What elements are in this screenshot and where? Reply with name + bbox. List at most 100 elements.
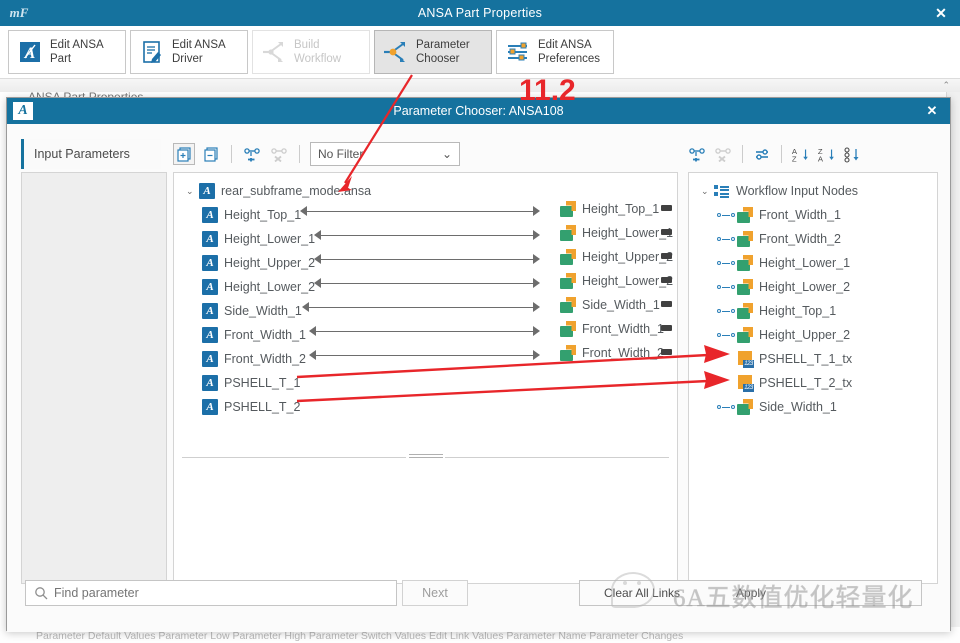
linked-target-label: Height_Lower_1 (582, 226, 674, 240)
green-folder-icon (560, 273, 576, 289)
tool-divider-3 (742, 145, 743, 163)
workflow-node-list: Front_Width_1 Front_Width_2 Height_Lower… (711, 203, 852, 419)
tree-item[interactable]: A Height_Upper_2 (196, 251, 315, 275)
tool-divider-2 (299, 145, 300, 163)
orange-number-icon: 123 (737, 375, 754, 392)
edit-ansa-part-button[interactable]: A Edit ANSA Part (8, 30, 126, 74)
linked-target[interactable]: Height_Upper_2 (554, 245, 673, 269)
sort-za-icon[interactable]: Z A (816, 143, 838, 165)
link-marker (661, 229, 672, 235)
tree-item[interactable]: A PSHELL_T_2 (196, 395, 315, 419)
build-workflow-button[interactable]: Build Workflow (252, 30, 370, 74)
input-parameters-tab[interactable]: Input Parameters (21, 139, 161, 169)
main-toolbar: A Edit ANSA Part Edit ANSA Driver Build … (0, 26, 960, 78)
remove-link-icon-right[interactable] (712, 143, 734, 165)
ansa-file-icon: A (199, 183, 215, 199)
add-link-icon-right[interactable] (686, 143, 708, 165)
workflow-node[interactable]: Front_Width_2 (711, 227, 852, 251)
tree-item[interactable]: A Front_Width_1 (196, 323, 315, 347)
main-window-close-icon[interactable]: ✕ (932, 4, 950, 22)
parameter-link-pane: ⌄ A rear_subframe_mode.ansa A Height_Top… (173, 172, 678, 584)
green-folder-icon (560, 225, 576, 241)
collapse-caret-icon[interactable]: ⌃ (942, 80, 950, 91)
tree-item[interactable]: A PSHELL_T_1 (196, 371, 315, 395)
workflow-node-label: Height_Lower_2 (759, 280, 851, 294)
workflow-node-label: Front_Width_1 (759, 208, 841, 222)
main-window-titlebar: mF ANSA Part Properties ✕ (0, 0, 960, 26)
parameter-chooser-button[interactable]: Parameter Chooser (374, 30, 492, 74)
tree-item[interactable]: A Side_Width_1 (196, 299, 315, 323)
link-icon (717, 400, 735, 414)
tree-item[interactable]: A Height_Lower_1 (196, 227, 315, 251)
workflow-node[interactable]: Height_Lower_1 (711, 251, 852, 275)
find-parameter-field[interactable] (25, 580, 397, 606)
chevron-down-icon[interactable]: ⌄ (186, 186, 199, 197)
workflow-node-label: Height_Upper_2 (759, 328, 851, 342)
dialog-body: Input Parameters No Filter ⌄ A Z Z A ⌄ A… (7, 124, 950, 632)
sort-az-icon[interactable]: A Z (790, 143, 812, 165)
tree-item-label: Height_Upper_2 (224, 256, 316, 270)
left-tool-group (173, 143, 304, 165)
workflow-node[interactable]: Height_Lower_2 (711, 275, 852, 299)
tree-root[interactable]: ⌄ A rear_subframe_mode.ansa (178, 179, 371, 203)
find-parameter-input[interactable] (54, 586, 396, 600)
pane-splitter[interactable] (182, 454, 669, 460)
workflow-header-label: Workflow Input Nodes (736, 184, 859, 198)
collapse-all-icon[interactable] (200, 143, 222, 165)
linked-target[interactable]: Front_Width_1 (554, 317, 673, 341)
tree-item-label: Height_Top_1 (224, 208, 302, 222)
edit-link-icon[interactable] (751, 143, 773, 165)
link-connector (314, 254, 540, 265)
workflow-node-label: PSHELL_T_2_tx (759, 376, 853, 390)
toolbar-separator: ⌃ (0, 78, 960, 92)
link-icon (717, 256, 735, 270)
linked-target-list: Height_Top_1 Height_Lower_1 Height_Upper… (554, 197, 673, 365)
filter-dropdown[interactable]: No Filter ⌄ (310, 142, 460, 166)
linked-target[interactable]: Height_Top_1 (554, 197, 673, 221)
link-icon (717, 208, 735, 222)
next-button[interactable]: Next (402, 580, 468, 606)
expand-all-icon[interactable] (173, 143, 195, 165)
link-marker (661, 253, 672, 259)
tree-item-label: Height_Lower_1 (224, 232, 316, 246)
tree-item[interactable]: A Front_Width_2 (196, 347, 315, 371)
link-connector (302, 302, 540, 313)
dialog-title: Parameter Chooser: ANSA108 (393, 104, 564, 118)
green-folder-icon (737, 207, 753, 223)
tree-item[interactable]: A Height_Top_1 (196, 203, 315, 227)
workflow-node[interactable]: 123 PSHELL_T_1_tx (711, 347, 852, 371)
apply-button[interactable]: Apply (736, 586, 766, 600)
tree-item-label: Front_Width_2 (224, 352, 306, 366)
ansa-param-icon: A (202, 375, 218, 391)
link-placeholder (717, 352, 735, 366)
number-badge: 123 (743, 384, 754, 392)
workflow-node[interactable]: Height_Upper_2 (711, 323, 852, 347)
tree-item[interactable]: A Height_Lower_2 (196, 275, 315, 299)
linked-target[interactable]: Side_Width_1 (554, 293, 673, 317)
parameter-chooser-dialog: A Parameter Chooser: ANSA108 ✕ Input Par… (6, 97, 951, 632)
remove-link-icon[interactable] (268, 143, 290, 165)
workflow-node[interactable]: 123 PSHELL_T_2_tx (711, 371, 852, 395)
dialog-close-icon[interactable]: ✕ (924, 103, 940, 119)
linked-target[interactable]: Height_Lower_1 (554, 221, 673, 245)
linked-target[interactable]: Front_Width_2 (554, 341, 673, 365)
sort-custom-icon[interactable] (842, 143, 864, 165)
linked-target[interactable]: Height_Lower_2 (554, 269, 673, 293)
ansa-param-icon: A (202, 279, 218, 295)
workflow-node[interactable]: Front_Width_1 (711, 203, 852, 227)
footer-action-bar[interactable]: Clear All Links Apply (579, 580, 922, 606)
edit-ansa-part-label: Edit ANSA Part (50, 39, 104, 65)
workflow-header[interactable]: ⌄ Workflow Input Nodes (695, 179, 858, 203)
ansa-param-icon: A (202, 303, 218, 319)
input-parameters-pane[interactable] (21, 172, 167, 584)
edit-ansa-driver-button[interactable]: Edit ANSA Driver (130, 30, 248, 74)
workflow-node[interactable]: Height_Top_1 (711, 299, 852, 323)
workflow-node[interactable]: Side_Width_1 (711, 395, 852, 419)
chevron-down-icon[interactable]: ⌄ (701, 186, 714, 197)
workflow-node-label: PSHELL_T_1_tx (759, 352, 853, 366)
clear-all-links-button[interactable]: Clear All Links (604, 586, 680, 600)
parameter-chooser-icon (383, 39, 409, 65)
ansa-param-icon: A (202, 327, 218, 343)
edit-ansa-preferences-button[interactable]: Edit ANSA Preferences (496, 30, 614, 74)
add-link-icon[interactable] (241, 143, 263, 165)
